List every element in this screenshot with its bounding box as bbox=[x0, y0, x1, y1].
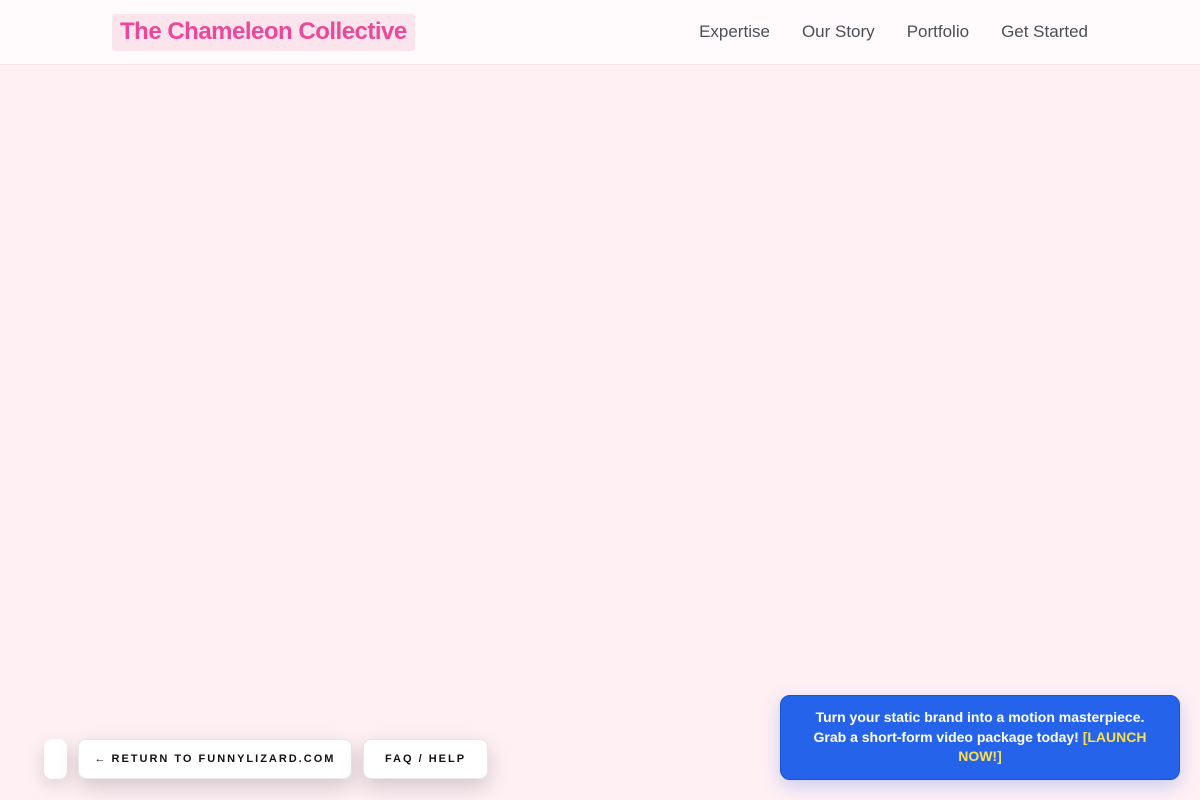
nav-link-expertise[interactable]: Expertise bbox=[699, 22, 770, 42]
logo-text[interactable]: The Chameleon Collective bbox=[120, 18, 407, 46]
return-to-site-label: RETURN TO FUNNYLIZARD.COM bbox=[111, 753, 336, 765]
faq-help-label: FAQ / HELP bbox=[384, 753, 467, 765]
main-nav: Expertise Our Story Portfolio Get Starte… bbox=[699, 22, 1088, 42]
logo[interactable]: The Chameleon Collective bbox=[112, 13, 415, 51]
faq-help-button[interactable]: FAQ / HELP bbox=[363, 739, 488, 779]
nav-link-get-started[interactable]: Get Started bbox=[1001, 22, 1088, 42]
nav-link-our-story[interactable]: Our Story bbox=[802, 22, 875, 42]
promo-text: Turn your static brand into a motion mas… bbox=[805, 708, 1155, 767]
arrow-left-icon: ← bbox=[94, 753, 106, 765]
floating-action-bar: ← RETURN TO FUNNYLIZARD.COM FAQ / HELP bbox=[44, 739, 488, 779]
return-to-site-button[interactable]: ← RETURN TO FUNNYLIZARD.COM bbox=[78, 739, 352, 779]
nav-link-portfolio[interactable]: Portfolio bbox=[907, 22, 969, 42]
promo-banner[interactable]: Turn your static brand into a motion mas… bbox=[780, 695, 1180, 780]
promo-line-1: Turn your static brand into a motion mas… bbox=[815, 709, 1145, 726]
site-header: The Chameleon Collective Expertise Our S… bbox=[0, 0, 1200, 65]
promo-line-2: Grab a short-form video package today! bbox=[813, 728, 1079, 745]
collapse-handle[interactable] bbox=[44, 739, 67, 779]
